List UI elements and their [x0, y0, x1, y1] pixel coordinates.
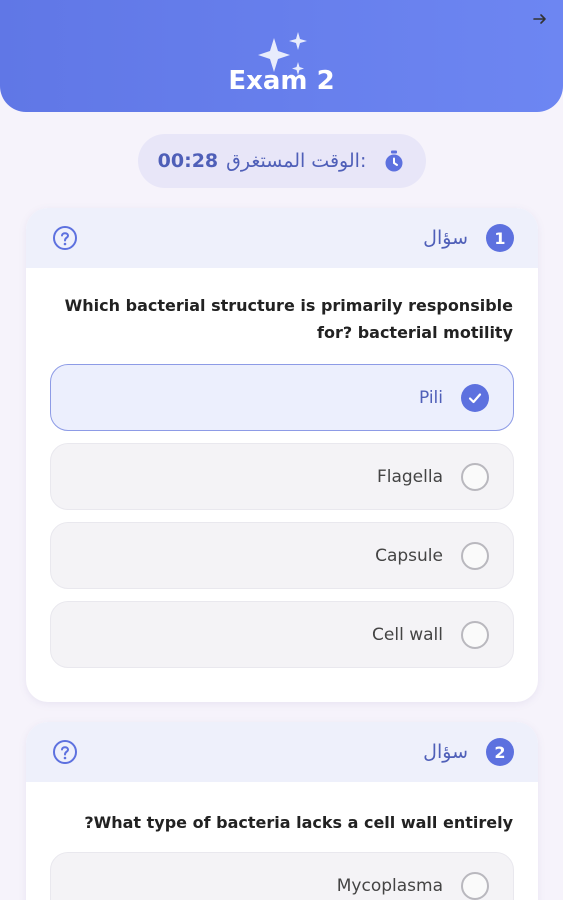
back-button[interactable] [529, 8, 551, 30]
question-text: What type of bacteria lacks a cell wall … [84, 813, 513, 832]
radio-icon [461, 541, 489, 570]
page-title: Exam 2 [228, 66, 335, 96]
radio-icon [461, 871, 489, 900]
question-card-1: سؤال 1 Which bacterial structure is prim… [26, 208, 538, 702]
question-label: سؤال [423, 227, 468, 249]
elapsed-time-label: الوقت المستغرق: [226, 150, 367, 172]
elapsed-time-badge: 00:28 الوقت المستغرق: [138, 134, 426, 188]
elapsed-time-value: 00:28 [157, 150, 219, 172]
question-number: 2 [486, 738, 514, 766]
option-label: Flagella [376, 466, 443, 487]
answer-option-flagella[interactable]: Flagella [50, 443, 514, 510]
option-label: Pili [418, 387, 443, 408]
answer-option-mycoplasma[interactable]: Mycoplasma [50, 852, 514, 900]
answer-option-capsule[interactable]: Capsule [50, 522, 514, 589]
help-icon[interactable] [52, 225, 78, 251]
option-label: Capsule [375, 545, 443, 566]
arrow-right-icon [533, 14, 546, 24]
answer-option-pili[interactable]: Pili [50, 364, 514, 431]
option-label: Cell wall [372, 624, 443, 645]
question-text: Which bacterial structure is primarily r… [64, 296, 513, 342]
answer-option-cell-wall[interactable]: Cell wall [50, 601, 514, 668]
help-icon[interactable] [52, 739, 78, 765]
stopwatch-icon [385, 150, 403, 172]
option-label: Mycoplasma [336, 875, 443, 896]
question-header: سؤال 2 [26, 722, 538, 782]
radio-icon [461, 462, 489, 491]
check-icon [461, 383, 489, 412]
question-header: سؤال 1 [26, 208, 538, 268]
question-card-2: سؤال 2 What type of bacteria lacks a cel… [26, 722, 538, 900]
exam-header: Exam 2 [0, 0, 563, 112]
radio-icon [461, 620, 489, 649]
question-number: 1 [486, 224, 514, 252]
question-label: سؤال [423, 741, 468, 763]
